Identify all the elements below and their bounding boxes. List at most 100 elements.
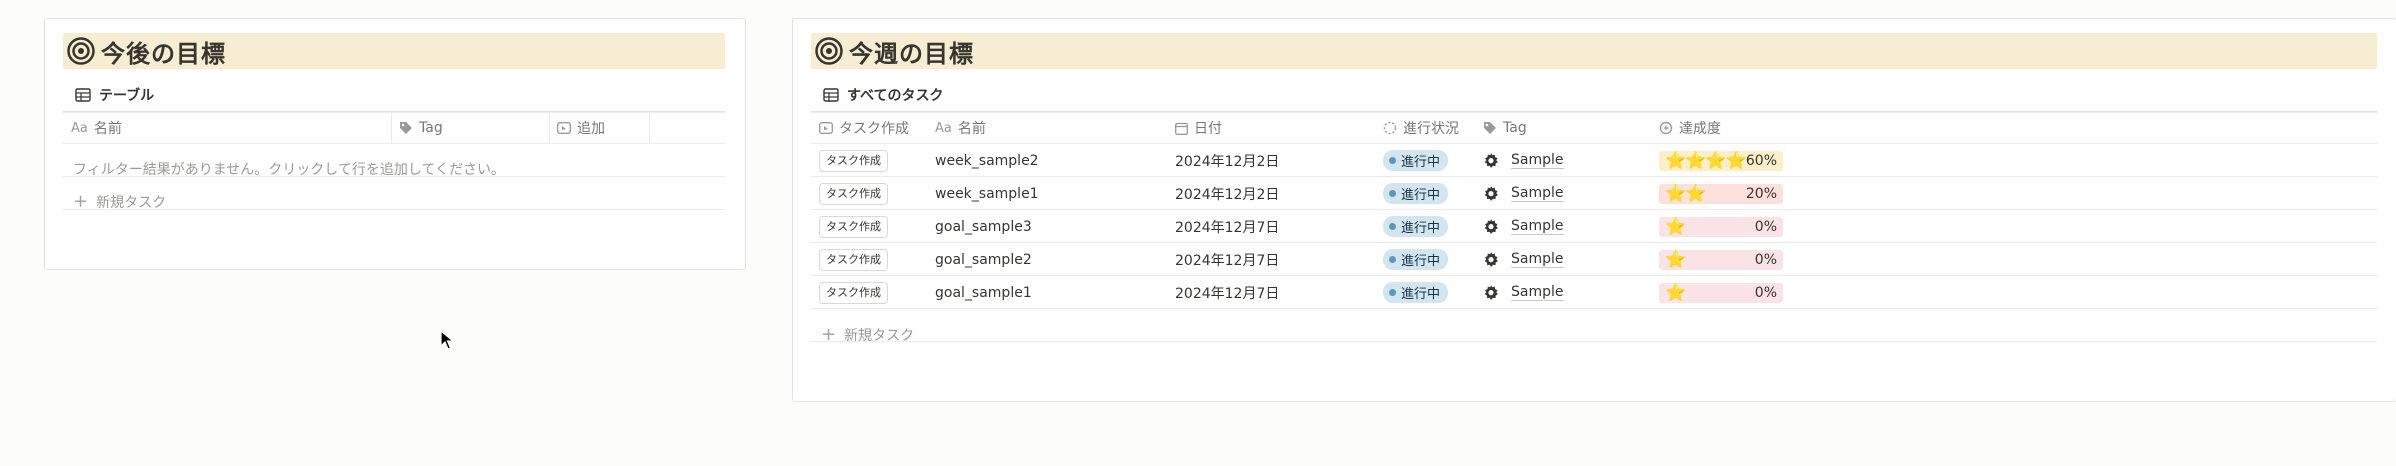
status-label: 進行中 <box>1401 188 1441 203</box>
create-task-button[interactable]: タスク作成 <box>819 149 888 172</box>
column-label: 進行状況 <box>1403 121 1459 137</box>
status-cell[interactable]: 進行中 <box>1383 177 1449 210</box>
column-header-name[interactable]: Aa 名前 <box>63 113 391 143</box>
text-property-icon: Aa <box>935 120 952 136</box>
progress-bar: ⭐ 0% <box>1659 282 1783 303</box>
column-header-date[interactable]: 日付 <box>1167 113 1375 143</box>
task-name[interactable]: week_sample1 <box>935 177 1039 210</box>
tag-cell[interactable]: Sample <box>1483 276 1564 309</box>
column-label: 追加 <box>577 121 605 137</box>
divider <box>649 112 650 143</box>
status-cell[interactable]: 進行中 <box>1383 210 1449 243</box>
column-header-tag[interactable]: Tag <box>1475 113 1651 143</box>
star-rating-icon: ⭐ <box>1665 282 1687 303</box>
task-date[interactable]: 2024年12月7日 <box>1175 243 1279 276</box>
progress-percent: 60% <box>1745 152 1777 169</box>
view-tab-table[interactable]: テーブル <box>75 81 154 109</box>
tag-cell[interactable]: Sample <box>1483 210 1564 243</box>
view-tab-label: すべてのタスク <box>847 88 944 104</box>
task-name[interactable]: week_sample2 <box>935 144 1039 177</box>
gear-icon <box>1483 152 1505 169</box>
progress-bar: ⭐⭐ 20% <box>1659 183 1783 204</box>
column-header-status[interactable]: 進行状況 <box>1375 113 1475 143</box>
target-icon <box>67 37 95 65</box>
divider <box>549 112 550 143</box>
status-label: 進行中 <box>1401 155 1441 170</box>
divider <box>391 112 392 143</box>
progress-bar: ⭐ 0% <box>1659 249 1783 270</box>
tag-link[interactable]: Sample <box>1511 284 1564 301</box>
task-name[interactable]: goal_sample3 <box>935 210 1032 243</box>
create-task-cell: タスク作成 <box>819 276 888 309</box>
tag-link[interactable]: Sample <box>1511 152 1564 169</box>
task-date[interactable]: 2024年12月7日 <box>1175 210 1279 243</box>
status-cell[interactable]: 進行中 <box>1383 276 1449 309</box>
status-dot <box>1389 223 1396 230</box>
star-rating-icon: ⭐⭐⭐⭐ <box>1665 150 1747 171</box>
page-header: 今後の目標 <box>63 33 725 69</box>
task-name[interactable]: goal_sample1 <box>935 276 1032 309</box>
status-badge: 進行中 <box>1383 150 1449 171</box>
tag-link[interactable]: Sample <box>1511 185 1564 202</box>
divider <box>811 308 2377 309</box>
tag-icon <box>400 122 412 134</box>
status-cell[interactable]: 進行中 <box>1383 243 1449 276</box>
progress-bar: ⭐ 0% <box>1659 216 1783 237</box>
task-date[interactable]: 2024年12月2日 <box>1175 144 1279 177</box>
status-cell[interactable]: 進行中 <box>1383 144 1449 177</box>
status-icon <box>1383 121 1397 135</box>
text-property-icon: Aa <box>71 120 88 136</box>
column-header-create-task[interactable]: タスク作成 <box>811 113 927 143</box>
task-name[interactable]: goal_sample2 <box>935 243 1032 276</box>
column-label: 日付 <box>1194 121 1222 137</box>
status-label: 進行中 <box>1401 254 1441 269</box>
page-title: 今週の目標 <box>849 39 974 68</box>
table-row[interactable]: タスク作成 week_sample2 2024年12月2日 進行中 Sample ⭐⭐⭐⭐… <box>811 144 2377 177</box>
status-dot <box>1389 157 1396 164</box>
calendar-icon <box>1175 122 1188 135</box>
table-row[interactable]: タスク作成 week_sample1 2024年12月2日 進行中 Sample ⭐⭐ 20… <box>811 177 2377 210</box>
create-task-cell: タスク作成 <box>819 144 888 177</box>
table-row[interactable]: タスク作成 goal_sample3 2024年12月7日 進行中 Sample ⭐ 0% <box>811 210 2377 243</box>
progress-percent: 0% <box>1754 284 1777 301</box>
mouse-cursor-icon <box>440 330 454 350</box>
column-header-add[interactable]: 追加 <box>549 113 649 143</box>
gear-icon <box>1483 218 1505 235</box>
progress-cell: ⭐ 0% <box>1659 276 1783 309</box>
column-label: Tag <box>419 120 443 136</box>
column-header-progress[interactable]: 達成度 <box>1651 113 1851 143</box>
tag-link[interactable]: Sample <box>1511 218 1564 235</box>
column-label: 名前 <box>957 121 986 137</box>
progress-cell: ⭐⭐ 20% <box>1659 177 1783 210</box>
page-header: 今週の目標 <box>811 33 2377 69</box>
tag-cell[interactable]: Sample <box>1483 243 1564 276</box>
status-badge: 進行中 <box>1383 183 1449 204</box>
view-tab-all-tasks[interactable]: すべてのタスク <box>823 81 943 109</box>
table-row[interactable]: タスク作成 goal_sample2 2024年12月7日 進行中 Sample ⭐ 0% <box>811 243 2377 276</box>
create-task-cell: タスク作成 <box>819 210 888 243</box>
table-row[interactable]: タスク作成 goal_sample1 2024年12月7日 進行中 Sample ⭐ 0% <box>811 276 2377 309</box>
status-badge: 進行中 <box>1383 216 1449 237</box>
button-property-icon <box>557 122 571 134</box>
create-task-button[interactable]: タスク作成 <box>819 182 888 205</box>
table-icon <box>75 88 91 102</box>
column-header-name[interactable]: Aa 名前 <box>927 113 1167 143</box>
tag-cell[interactable]: Sample <box>1483 144 1564 177</box>
tag-cell[interactable]: Sample <box>1483 177 1564 210</box>
divider <box>811 341 2377 342</box>
task-date[interactable]: 2024年12月7日 <box>1175 276 1279 309</box>
divider <box>811 112 2377 113</box>
create-task-button[interactable]: タスク作成 <box>819 248 888 271</box>
star-rating-icon: ⭐ <box>1665 249 1687 270</box>
tag-link[interactable]: Sample <box>1511 251 1564 268</box>
column-label: タスク作成 <box>839 121 909 137</box>
create-task-button[interactable]: タスク作成 <box>819 281 888 304</box>
create-task-button[interactable]: タスク作成 <box>819 215 888 238</box>
status-label: 進行中 <box>1401 287 1441 302</box>
gear-icon <box>1483 185 1505 202</box>
divider <box>63 143 725 144</box>
table-icon <box>823 88 839 102</box>
task-date[interactable]: 2024年12月2日 <box>1175 177 1279 210</box>
this-week-goals-panel: 今週の目標 すべてのタスク タスク作成 Aa 名前 日付 進行状況 Tag 達成… <box>792 18 2396 402</box>
column-header-tag[interactable]: Tag <box>391 113 549 143</box>
